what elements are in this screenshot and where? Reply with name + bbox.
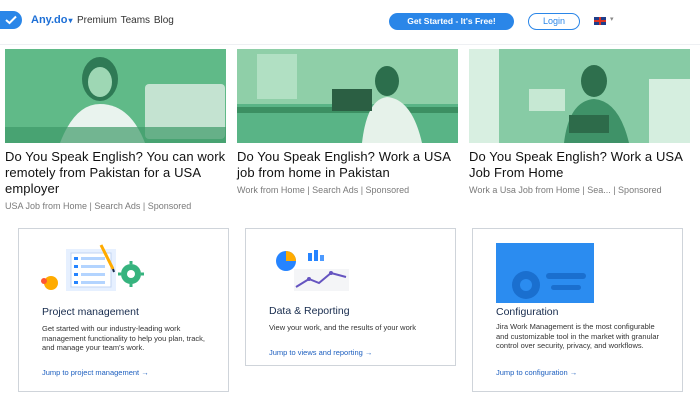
jump-to-project-management-link[interactable]: Jump to project management → — [42, 368, 149, 377]
nav-links[interactable]: Premium Teams Blog — [77, 15, 174, 26]
brand-label: Any.do — [31, 14, 68, 26]
ad-image-woman-couch[interactable] — [469, 49, 690, 143]
ad-headline[interactable]: Do You Speak English? Work a USA job fro… — [237, 149, 458, 181]
reporting-illustration-icon — [274, 247, 354, 297]
feature-card-configuration: Configuration Jira Work Management is th… — [472, 228, 683, 392]
ad-headline[interactable]: Do You Speak English? Work a USA Job Fro… — [469, 149, 690, 181]
ad-card-3[interactable]: Do You Speak English? Work a USA Job Fro… — [469, 49, 690, 195]
feature-description: View your work, and the results of your … — [269, 323, 417, 332]
ad-card-2[interactable]: Do You Speak English? Work a USA job fro… — [237, 49, 458, 195]
brand-menu[interactable]: Any.do▾ — [31, 14, 72, 26]
jump-to-configuration-link[interactable]: Jump to configuration → — [496, 368, 577, 377]
feature-description: Jira Work Management is the most configu… — [496, 322, 660, 350]
chevron-down-icon: ▾ — [68, 16, 73, 25]
feature-title: Data & Reporting — [269, 305, 350, 317]
feature-title: Configuration — [496, 306, 559, 318]
ad-meta[interactable]: USA Job from Home | Search Ads | Sponsor… — [5, 201, 226, 211]
ad-headline[interactable]: Do You Speak English? You can work remot… — [5, 149, 226, 197]
configuration-illustration-icon — [496, 243, 594, 303]
anydo-logo-icon[interactable] — [0, 11, 22, 29]
ad-image-woman-laptop[interactable] — [5, 49, 226, 143]
feature-title: Project management — [42, 306, 139, 318]
feature-description: Get started with our industry-leading wo… — [42, 324, 206, 352]
project-illustration-icon — [41, 243, 146, 303]
feature-card-data-reporting: Data & Reporting View your work, and the… — [245, 228, 456, 366]
ad-card-1[interactable]: Do You Speak English? You can work remot… — [5, 49, 226, 211]
top-nav: Any.do▾ Premium Teams Blog Get Started -… — [0, 0, 700, 45]
login-button[interactable]: Login — [528, 13, 580, 30]
feature-card-project-management: Project management Get started with our … — [18, 228, 229, 392]
uk-flag-icon[interactable] — [594, 17, 606, 25]
ad-image-woman-phone[interactable] — [237, 49, 458, 143]
get-started-button[interactable]: Get Started - It's Free! — [389, 13, 514, 30]
ad-meta[interactable]: Work from Home | Search Ads | Sponsored — [237, 185, 458, 195]
ad-meta[interactable]: Work a Usa Job from Home | Sea... | Spon… — [469, 185, 690, 195]
chevron-down-icon[interactable]: ▾ — [610, 15, 614, 23]
jump-to-views-reporting-link[interactable]: Jump to views and reporting → — [269, 348, 372, 357]
